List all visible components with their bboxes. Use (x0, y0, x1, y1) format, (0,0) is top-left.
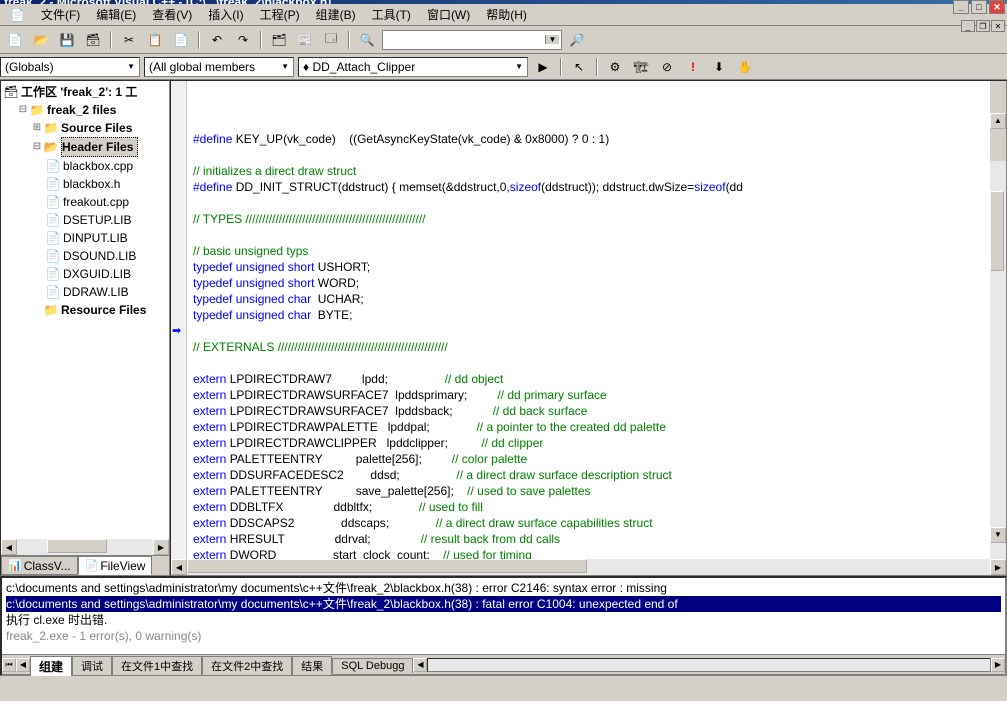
find-in-files-button[interactable]: 🔍 (356, 29, 378, 51)
workspace-panel: 🗃工作区 'freak_2': 1 工 ⊟📁freak_2 files ⊞📁So… (0, 80, 170, 576)
tab-nav-prev[interactable]: ◀ (16, 658, 30, 672)
tab-nav-first[interactable]: ⏮ (2, 658, 16, 672)
separator (560, 58, 562, 76)
tab-scroll-right[interactable]: ▶ (991, 658, 1005, 672)
cut-button[interactable]: ✂ (118, 29, 140, 51)
output-tabs: ⏮ ◀ 组建 调试 在文件1中查找 在文件2中查找 结果 SQL Debugg … (2, 654, 1005, 674)
mdi-minimize-button[interactable]: _ (961, 20, 975, 32)
stop-build-button[interactable]: ⊘ (656, 56, 678, 78)
tree-file[interactable]: 📄DSETUP.LIB (3, 211, 167, 229)
find-combo[interactable]: ▼ (382, 30, 562, 50)
copy-button[interactable]: 📋 (144, 29, 166, 51)
app-icon: 📄 (2, 5, 33, 25)
redo-button[interactable]: ↷ (232, 29, 254, 51)
tab-fileview[interactable]: 📄FileView (78, 556, 153, 575)
go-button[interactable]: ▶ (532, 56, 554, 78)
open-button[interactable]: 📂 (30, 29, 52, 51)
save-all-button[interactable]: 🗃 (82, 29, 104, 51)
select-button[interactable]: ↖ (568, 56, 590, 78)
output-button[interactable]: 📰 (294, 29, 316, 51)
tab-classview[interactable]: 📊ClassV... (1, 556, 78, 575)
output-tab-debug[interactable]: 调试 (72, 656, 112, 675)
output-tab-results[interactable]: 结果 (292, 656, 332, 675)
editor-hscroll[interactable]: ◀ ▶ (171, 559, 1006, 575)
tree-file[interactable]: 📄blackbox.h (3, 175, 167, 193)
menu-insert[interactable]: 插入(I) (200, 3, 251, 26)
menu-view[interactable]: 查看(V) (144, 3, 200, 26)
separator (110, 31, 112, 49)
source-folder[interactable]: ⊞📁Source Files (3, 119, 167, 137)
tree-file[interactable]: 📄blackbox.cpp (3, 157, 167, 175)
scroll-right-icon[interactable]: ▶ (990, 559, 1006, 575)
menu-window[interactable]: 窗口(W) (419, 3, 478, 26)
scroll-left-icon[interactable]: ◀ (1, 539, 17, 555)
separator (198, 31, 200, 49)
menu-edit[interactable]: 编辑(E) (88, 3, 144, 26)
workspace-button[interactable]: 🗂 (268, 29, 290, 51)
tree-file[interactable]: 📄DXGUID.LIB (3, 265, 167, 283)
output-hscroll-track[interactable] (427, 658, 991, 672)
file-tree[interactable]: 🗃工作区 'freak_2': 1 工 ⊟📁freak_2 files ⊞📁So… (1, 81, 169, 539)
tree-hscroll[interactable]: ◀ ▶ (1, 539, 169, 555)
tree-file[interactable]: 📄DDRAW.LIB (3, 283, 167, 301)
output-tab-find1[interactable]: 在文件1中查找 (112, 656, 202, 675)
paste-button[interactable]: 📄 (170, 29, 192, 51)
new-button[interactable]: 📄 (4, 29, 26, 51)
mdi-restore-button[interactable]: ❐ (976, 20, 990, 32)
function-combo[interactable]: ♦ DD_Attach_Clipper▼ (298, 57, 528, 77)
go-debug-button[interactable]: ⬇ (708, 56, 730, 78)
toolbar-wizbar: (Globals)▼ (All global members▼ ♦ DD_Att… (0, 54, 1007, 80)
separator (348, 31, 350, 49)
save-button[interactable]: 💾 (56, 29, 78, 51)
build-button[interactable]: 🏗 (630, 56, 652, 78)
output-panel: c:\documents and settings\administrator\… (0, 576, 1007, 676)
minimize-button[interactable]: _ (953, 0, 969, 14)
project-node[interactable]: ⊟📁freak_2 files (3, 101, 167, 119)
breakpoint-button[interactable]: ✋ (734, 56, 756, 78)
undo-button[interactable]: ↶ (206, 29, 228, 51)
find-button[interactable]: 🔎 (566, 29, 588, 51)
close-button[interactable]: ✕ (989, 0, 1005, 14)
menu-tools[interactable]: 工具(T) (364, 3, 419, 26)
tab-scroll-left[interactable]: ◀ (413, 658, 427, 672)
output-tab-sql[interactable]: SQL Debugg (332, 658, 413, 673)
output-text[interactable]: c:\documents and settings\administrator\… (2, 578, 1005, 654)
scroll-right-icon[interactable]: ▶ (153, 539, 169, 555)
output-tab-find2[interactable]: 在文件2中查找 (202, 656, 292, 675)
tree-file[interactable]: 📄freakout.cpp (3, 193, 167, 211)
tree-file[interactable]: 📄DINPUT.LIB (3, 229, 167, 247)
tree-file[interactable]: 📄DSOUND.LIB (3, 247, 167, 265)
execute-button[interactable]: ! (682, 56, 704, 78)
maximize-button[interactable]: □ (971, 0, 987, 14)
workspace-root[interactable]: 🗃工作区 'freak_2': 1 工 (3, 83, 167, 101)
scroll-up-icon[interactable]: ▲ (990, 113, 1006, 129)
header-folder[interactable]: ⊟📂Header Files (3, 137, 167, 157)
editor-vscroll[interactable]: ▲ ▼ (990, 81, 1006, 543)
separator (260, 31, 262, 49)
menubar: 📄 文件(F) 编辑(E) 查看(V) 插入(I) 工程(P) 组建(B) 工具… (0, 4, 1007, 26)
menu-project[interactable]: 工程(P) (252, 3, 308, 26)
toolbar-standard: 📄 📂 💾 🗃 ✂ 📋 📄 ↶ ↷ 🗂 📰 🗔 🔍 ▼ 🔎 (0, 26, 1007, 54)
menu-build[interactable]: 组建(B) (308, 3, 364, 26)
separator (596, 58, 598, 76)
scroll-left-icon[interactable]: ◀ (171, 559, 187, 575)
resource-folder[interactable]: 📁Resource Files (3, 301, 167, 319)
output-tab-build[interactable]: 组建 (30, 656, 72, 676)
code-editor[interactable]: #define KEY_UP(vk_code) ((GetAsyncKeySta… (170, 80, 1007, 576)
menu-file[interactable]: 文件(F) (33, 3, 88, 26)
scope-combo[interactable]: (Globals)▼ (0, 57, 140, 77)
members-combo[interactable]: (All global members▼ (144, 57, 294, 77)
scroll-down-icon[interactable]: ▼ (990, 527, 1006, 543)
compile-button[interactable]: ⚙ (604, 56, 626, 78)
mdi-close-button[interactable]: ✕ (991, 20, 1005, 32)
window-list-button[interactable]: 🗔 (320, 29, 342, 51)
editor-gutter (171, 81, 187, 559)
menu-help[interactable]: 帮助(H) (478, 3, 535, 26)
